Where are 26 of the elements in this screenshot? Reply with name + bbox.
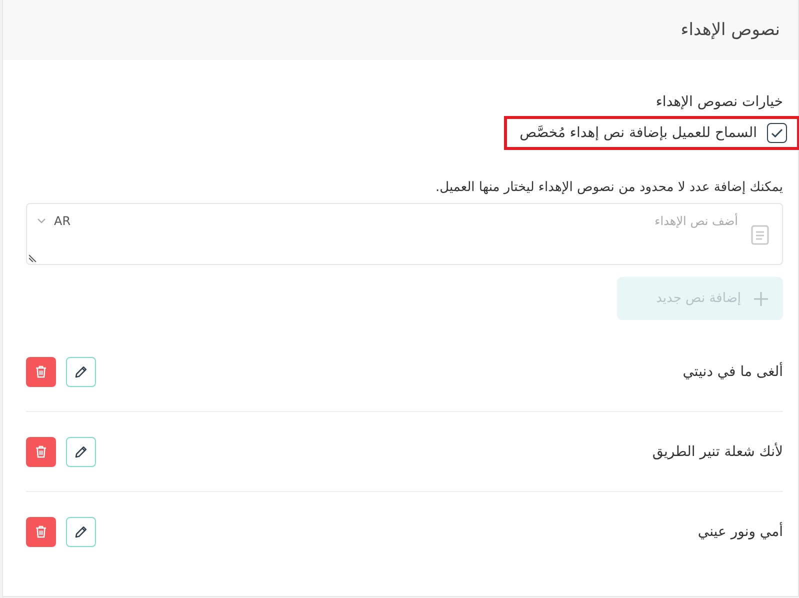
delete-button[interactable] — [26, 436, 56, 466]
delete-button[interactable] — [26, 516, 56, 546]
language-dropdown[interactable]: AR — [37, 214, 71, 228]
placeholder-text: أضف نص الإهداء — [654, 214, 738, 228]
document-icon — [750, 224, 770, 246]
trash-icon — [35, 525, 47, 538]
checkbox-label: السماح للعميل بإضافة نص إهداء مُخصَّص — [520, 125, 757, 141]
trash-icon — [35, 365, 47, 378]
plus-icon — [753, 290, 769, 306]
resize-handle-icon[interactable] — [29, 254, 37, 262]
dedication-text: ألغى ما في دنيتي — [682, 364, 783, 380]
pencil-icon — [74, 524, 88, 538]
pencil-icon — [74, 364, 88, 378]
edit-button[interactable] — [66, 356, 96, 386]
hint-text: يمكنك إضافة عدد لا محدود من نصوص الإهداء ليختار منها العميل. — [434, 180, 783, 195]
section-heading: خيارات نصوص الإهداء — [654, 94, 783, 110]
delete-button[interactable] — [26, 356, 56, 386]
chevron-down-icon — [37, 218, 46, 224]
edit-button[interactable] — [66, 516, 96, 546]
dedication-text: أمي ونور عيني — [698, 524, 783, 540]
trash-icon — [35, 445, 47, 458]
page-title: نصوص الإهداء — [680, 20, 780, 40]
checkbox[interactable] — [767, 123, 787, 143]
edit-button[interactable] — [66, 436, 96, 466]
pencil-icon — [74, 444, 88, 458]
dedication-text: لأنك شعلة تنير الطريق — [652, 444, 783, 460]
